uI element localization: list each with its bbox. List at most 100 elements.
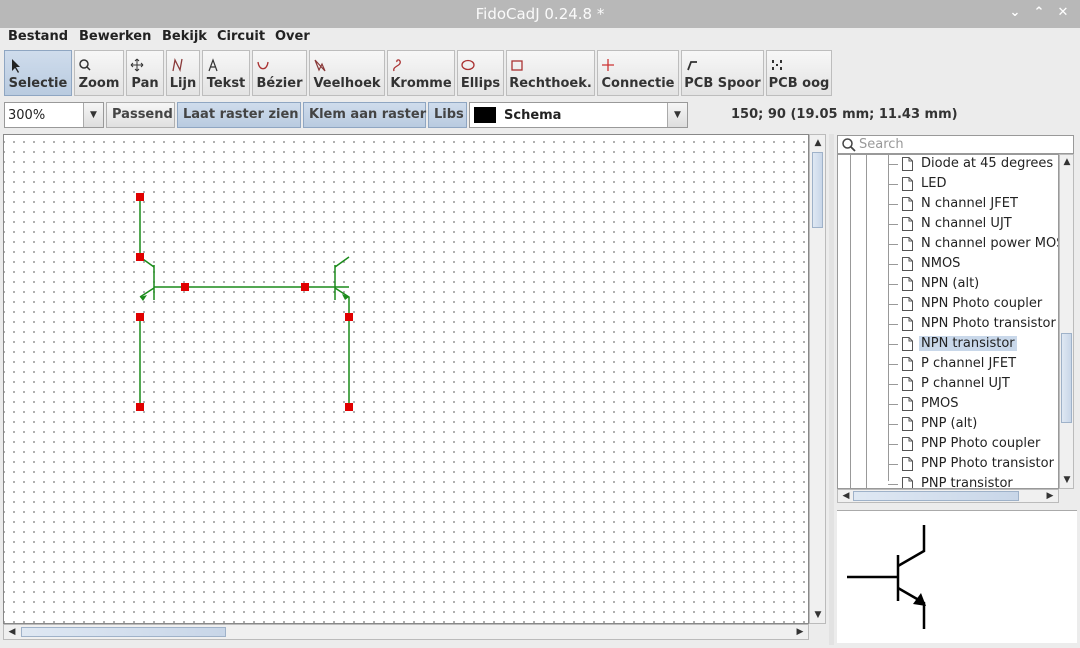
library-item-label: PNP (alt) — [921, 416, 978, 431]
scroll-thumb[interactable] — [853, 491, 1019, 501]
tree-connector — [888, 424, 898, 425]
scroll-down-icon[interactable]: ▼ — [811, 608, 825, 622]
library-item[interactable]: PNP Photo coupler — [838, 435, 1058, 455]
pcb-pad-icon — [772, 60, 782, 70]
tool-tekst-button[interactable]: Tekst — [202, 50, 250, 96]
scroll-up-icon[interactable]: ▲ — [1060, 155, 1074, 169]
tool-label: Connectie — [601, 76, 675, 91]
maximize-button[interactable]: ⌃ — [1030, 4, 1048, 22]
library-vertical-scrollbar[interactable]: ▲ ▼ — [1059, 154, 1074, 489]
menu-over[interactable]: Over — [275, 29, 310, 44]
library-item[interactable]: NPN (alt) — [838, 275, 1058, 295]
library-item-label: NPN transistor — [919, 336, 1017, 351]
canvas-horizontal-scrollbar[interactable]: ◀ ▶ — [3, 624, 809, 640]
chevron-down-icon[interactable]: ▼ — [667, 103, 687, 127]
document-icon — [902, 237, 913, 251]
tool-label: Veelhoek — [313, 76, 381, 91]
library-item-label: N channel JFET — [921, 196, 1018, 211]
library-item[interactable]: NPN Photo coupler — [838, 295, 1058, 315]
scroll-thumb[interactable] — [21, 627, 226, 637]
fit-button[interactable]: Passend — [106, 102, 175, 128]
library-item-label: P channel UJT — [921, 376, 1010, 391]
menu-bekijk[interactable]: Bekijk — [162, 29, 207, 44]
library-item[interactable]: PNP Photo transistor — [838, 455, 1058, 475]
library-item[interactable]: NPN transistor — [838, 335, 1058, 355]
arrow-icon — [12, 59, 20, 73]
canvas-vertical-scrollbar[interactable]: ▲ ▼ — [809, 134, 826, 624]
library-item[interactable]: LED — [838, 175, 1058, 195]
document-icon — [902, 277, 913, 291]
handle — [301, 283, 309, 291]
library-item[interactable]: NPN Photo transistor — [838, 315, 1058, 335]
tool-kromme-button[interactable]: Kromme — [387, 50, 455, 96]
document-icon — [902, 257, 913, 271]
magnifier-icon — [79, 59, 91, 71]
tool-zoom-button[interactable]: Zoom — [74, 50, 124, 96]
coordinate-readout: 150; 90 (19.05 mm; 11.43 mm) — [731, 107, 958, 122]
scroll-right-icon[interactable]: ▶ — [793, 625, 807, 639]
layer-combo[interactable]: Schema ▼ — [469, 102, 688, 128]
library-item[interactable]: PNP transistor — [838, 475, 1058, 489]
library-item[interactable]: N channel UJT — [838, 215, 1058, 235]
tool-pcb-oog-button[interactable]: PCB oog — [766, 50, 832, 96]
document-icon — [902, 417, 913, 431]
scroll-left-icon[interactable]: ◀ — [839, 489, 853, 503]
handle — [136, 193, 144, 201]
library-search-field[interactable]: Search — [837, 135, 1074, 154]
snap-grid-toggle[interactable]: Klem aan raster — [303, 102, 426, 128]
library-item-label: PMOS — [921, 396, 959, 411]
menu-bestand[interactable]: Bestand — [8, 29, 68, 44]
scroll-left-icon[interactable]: ◀ — [5, 625, 19, 639]
close-button[interactable]: ✕ — [1054, 4, 1072, 22]
tree-connector — [888, 164, 898, 165]
document-icon — [902, 457, 913, 471]
menu-bewerken[interactable]: Bewerken — [79, 29, 151, 44]
library-item[interactable]: P channel UJT — [838, 375, 1058, 395]
tool-label: Lijn — [169, 76, 197, 91]
library-item-label: Diode at 45 degrees — [921, 156, 1054, 171]
library-item[interactable]: P channel JFET — [838, 355, 1058, 375]
library-item[interactable]: N channel JFET — [838, 195, 1058, 215]
tool-label: PCB oog — [768, 76, 830, 91]
tool-connectie-button[interactable]: Connectie — [597, 50, 679, 96]
library-tree[interactable]: Diode at 45 degrees LED N channel JFET N ch… — [837, 154, 1059, 489]
scroll-right-icon[interactable]: ▶ — [1043, 489, 1057, 503]
scroll-up-icon[interactable]: ▲ — [811, 136, 825, 150]
library-item[interactable]: PMOS — [838, 395, 1058, 415]
library-item[interactable]: PNP (alt) — [838, 415, 1058, 435]
tool-pcb-spoor-button[interactable]: PCB Spoor — [681, 50, 764, 96]
library-item-label: P channel JFET — [921, 356, 1017, 371]
tree-connector — [888, 284, 898, 285]
menu-circuit[interactable]: Circuit — [217, 29, 265, 44]
tool-veelhoek-button[interactable]: Veelhoek — [309, 50, 385, 96]
drawing-canvas[interactable] — [3, 134, 809, 624]
tool-label: Pan — [131, 76, 159, 91]
library-item[interactable]: Diode at 45 degrees — [838, 155, 1058, 175]
scroll-thumb[interactable] — [1061, 333, 1072, 423]
library-item[interactable]: N channel power MOSFET — [838, 235, 1058, 255]
tree-connector — [888, 384, 898, 385]
line-icon — [172, 57, 183, 73]
tool-bezier-button[interactable]: Bézier — [252, 50, 307, 96]
library-item[interactable]: NMOS — [838, 255, 1058, 275]
scroll-thumb[interactable] — [812, 152, 823, 228]
document-icon — [902, 377, 913, 391]
library-item-label: PNP transistor — [921, 476, 1013, 489]
scroll-down-icon[interactable]: ▼ — [1060, 473, 1074, 487]
zoom-combo[interactable]: 300% ▼ — [4, 102, 104, 128]
text-icon — [208, 58, 218, 72]
tool-lijn-button[interactable]: Lijn — [166, 50, 200, 96]
tool-rechthoek-button[interactable]: Rechthoek. — [506, 50, 595, 96]
chevron-down-icon[interactable]: ▼ — [83, 103, 103, 127]
panel-splitter[interactable] — [829, 134, 834, 645]
document-icon — [902, 477, 913, 488]
tool-ellips-button[interactable]: Ellips — [457, 50, 504, 96]
library-horizontal-scrollbar[interactable]: ◀ ▶ — [837, 489, 1059, 503]
minimize-button[interactable]: ⌄ — [1006, 4, 1024, 22]
tool-selectie-button[interactable]: Selectie — [4, 50, 72, 96]
show-grid-toggle[interactable]: Laat raster zien — [177, 102, 301, 128]
tree-connector — [888, 224, 898, 225]
tool-pan-button[interactable]: Pan — [126, 50, 164, 96]
layer-value: Schema — [504, 108, 562, 123]
libs-toggle[interactable]: Libs — [428, 102, 467, 128]
